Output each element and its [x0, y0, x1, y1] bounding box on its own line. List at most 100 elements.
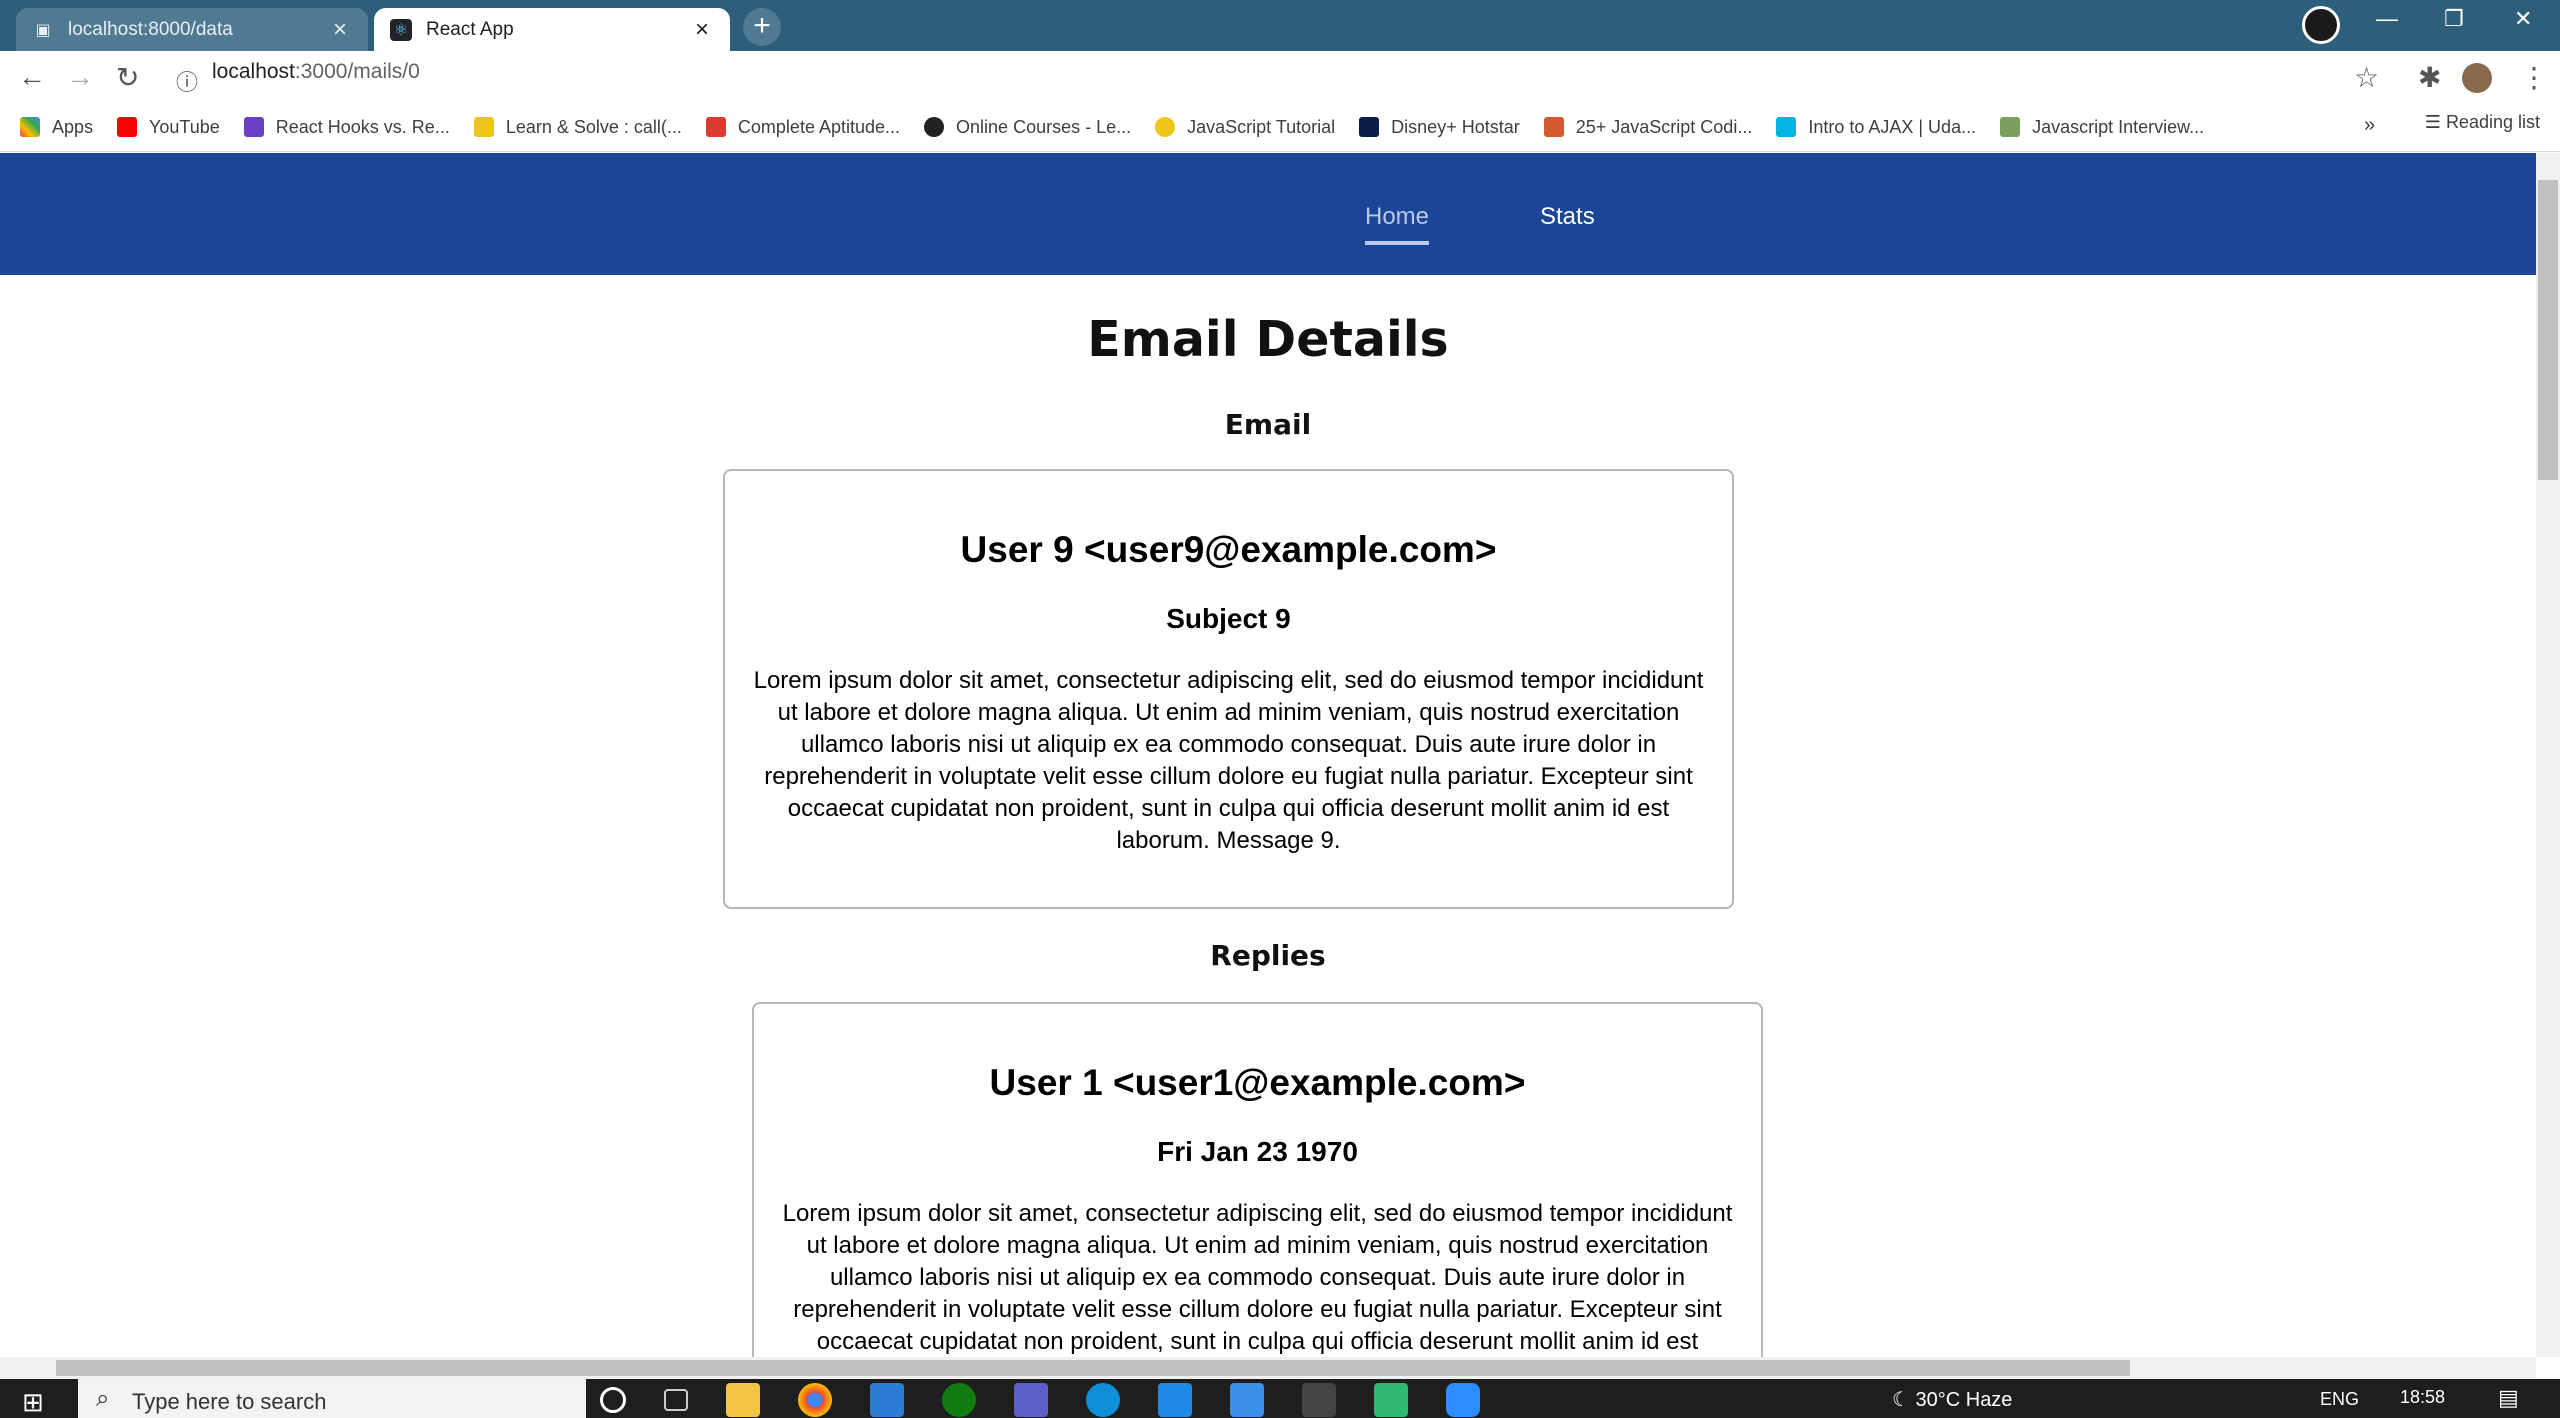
bookmark-favicon — [705, 117, 726, 137]
windows-start-icon[interactable]: ⊞ — [22, 1387, 44, 1418]
horizontal-scroll-thumb[interactable] — [56, 1360, 2130, 1376]
bookmark-label: YouTube — [149, 116, 220, 137]
search-placeholder: Type here to search — [132, 1389, 327, 1414]
bookmark-label: Learn & Solve : call(... — [505, 116, 682, 137]
bookmark-label: Intro to AJAX | Uda... — [1808, 116, 1977, 137]
bookmark-favicon — [924, 117, 945, 137]
react-icon: ⚛ — [390, 18, 412, 41]
taskbar-search[interactable]: ⌕ Type here to search — [78, 1379, 586, 1418]
url-host: localhost — [212, 60, 295, 83]
chrome-icon[interactable] — [798, 1383, 832, 1417]
xbox-icon[interactable] — [942, 1383, 976, 1417]
language-indicator[interactable]: ENG — [2320, 1389, 2359, 1410]
menu-icon[interactable]: ⋮ — [2520, 61, 2548, 94]
email-body: Lorem ipsum dolor sit amet, consectetur … — [753, 667, 1704, 854]
weather-label: 30°C Haze — [1915, 1389, 2013, 1411]
extensions-icon[interactable]: ✱ — [2418, 61, 2441, 94]
photos-icon[interactable] — [1230, 1383, 1264, 1417]
back-icon[interactable]: ← — [18, 61, 46, 93]
bookmark-online-courses[interactable]: Online Courses - Le... — [924, 117, 1131, 138]
edge-icon[interactable] — [1086, 1383, 1120, 1417]
apps-grid-icon — [20, 117, 40, 137]
reply-card: User 1 <user1@example.com> Fri Jan 23 19… — [752, 1002, 1763, 1357]
bookmark-learn-solve[interactable]: Learn & Solve : call(... — [473, 116, 682, 138]
browser-tab-strip: ▣ localhost:8000/data × ⚛ React App × + … — [0, 0, 2560, 51]
reply-body: Lorem ipsum dolor sit amet, consectetur … — [782, 1200, 1733, 1355]
tab-localhost-8000[interactable]: ▣ localhost:8000/data × — [16, 8, 368, 51]
bookmark-apps[interactable]: Apps — [20, 117, 93, 138]
reply-date: Fri Jan 23 1970 — [1157, 1136, 1358, 1167]
bookmark-react-hooks[interactable]: React Hooks vs. Re... — [243, 116, 450, 138]
clock[interactable]: 18:58 — [2400, 1387, 2445, 1408]
mail-icon[interactable] — [870, 1383, 904, 1417]
address-bar[interactable]: localhost:3000/mails/0 — [212, 60, 420, 84]
download-app-icon[interactable] — [1374, 1383, 1408, 1417]
reading-list-icon: ☰ — [2424, 112, 2446, 132]
email-section-title: Email — [1224, 408, 1312, 441]
page-title: Email Details — [1087, 311, 1449, 368]
vertical-scroll-thumb[interactable] — [2538, 180, 2558, 480]
terminal-icon[interactable] — [1302, 1383, 1336, 1417]
task-view-icon[interactable] — [664, 1389, 688, 1411]
bookmark-youtube[interactable]: YouTube — [117, 117, 220, 138]
taskbar-apps — [600, 1383, 1518, 1417]
bookmark-label: React Hooks vs. Re... — [275, 116, 450, 137]
bookmark-favicon — [2000, 117, 2021, 137]
bookmarks-bar: Apps YouTube React Hooks vs. Re... Learn… — [0, 103, 2560, 152]
restore-icon[interactable]: ❐ — [2444, 6, 2464, 32]
cortana-icon[interactable] — [600, 1387, 626, 1413]
bookmark-label: 25+ JavaScript Codi... — [1575, 116, 1753, 137]
email-card: User 9 <user9@example.com> Subject 9 Lor… — [723, 469, 1734, 909]
tab-label: localhost:8000/data — [68, 18, 233, 40]
app-icon[interactable] — [1014, 1383, 1048, 1417]
bookmark-js-tutorial[interactable]: JavaScript Tutorial — [1155, 117, 1335, 138]
bookmark-star-icon[interactable]: ☆ — [2354, 61, 2379, 94]
vscode-icon[interactable] — [1158, 1383, 1192, 1417]
udacity-icon — [1776, 117, 1797, 137]
page-viewport: Home Stats Email Details Email User 9 <u… — [0, 153, 2536, 1357]
bookmark-hotstar[interactable]: Disney+ Hotstar — [1359, 117, 1520, 138]
replies-section-title: Replies — [1210, 939, 1326, 972]
youtube-icon — [117, 117, 138, 137]
close-tab-icon[interactable]: × — [328, 16, 352, 44]
bookmark-js-coding[interactable]: 25+ JavaScript Codi... — [1543, 116, 1753, 138]
notifications-icon[interactable]: ▤ — [2498, 1385, 2519, 1411]
search-icon: ⌕ — [96, 1385, 110, 1412]
close-tab-icon[interactable]: × — [690, 16, 714, 44]
zoom-icon[interactable] — [1446, 1383, 1480, 1417]
windows-taskbar: ⊞ ⌕ Type here to search ☾ 30°C Haze ENG … — [0, 1379, 2560, 1418]
tab-react-app[interactable]: ⚛ React App × — [374, 8, 730, 51]
bookmark-js-interview[interactable]: Javascript Interview... — [2000, 117, 2204, 138]
file-explorer-icon[interactable] — [726, 1383, 760, 1417]
minimize-icon[interactable]: — — [2376, 6, 2398, 32]
bookmark-label: Online Courses - Le... — [956, 116, 1132, 137]
tab-label: React App — [426, 18, 514, 40]
bookmark-favicon — [473, 117, 494, 137]
close-window-icon[interactable]: ✕ — [2514, 6, 2532, 32]
bookmark-label: Disney+ Hotstar — [1391, 116, 1520, 137]
app-navbar: Home Stats — [0, 153, 2536, 275]
reading-list-button[interactable]: ☰ Reading list — [2425, 112, 2540, 133]
moon-icon: ☾ — [1892, 1389, 1916, 1411]
nav-home-link[interactable]: Home — [1365, 203, 1430, 245]
bookmark-ajax[interactable]: Intro to AJAX | Uda... — [1776, 117, 1976, 138]
info-icon[interactable]: ⓘ — [176, 65, 198, 97]
new-tab-button[interactable]: + — [743, 8, 781, 46]
url-path: :3000/mails/0 — [294, 60, 420, 83]
bookmarks-overflow-button[interactable]: » — [2364, 114, 2375, 137]
js-icon — [1155, 117, 1176, 137]
email-from: User 9 <user9@example.com> — [960, 529, 1497, 570]
forward-icon[interactable]: → — [66, 61, 94, 93]
avatar[interactable] — [2462, 63, 2492, 93]
nav-stats-link[interactable]: Stats — [1540, 203, 1595, 231]
bookmark-label: JavaScript Tutorial — [1187, 116, 1336, 137]
main-content: Email Details Email — [0, 311, 2536, 441]
bookmark-favicon — [1359, 117, 1380, 137]
bookmark-favicon — [243, 117, 264, 137]
reload-icon[interactable]: ↻ — [116, 61, 139, 94]
profile-menu-icon[interactable] — [2302, 6, 2340, 44]
weather-widget[interactable]: ☾ 30°C Haze — [1892, 1387, 2012, 1412]
email-subject: Subject 9 — [1166, 603, 1291, 634]
bookmark-aptitude[interactable]: Complete Aptitude... — [705, 117, 900, 138]
page-icon: ▣ — [35, 21, 51, 39]
